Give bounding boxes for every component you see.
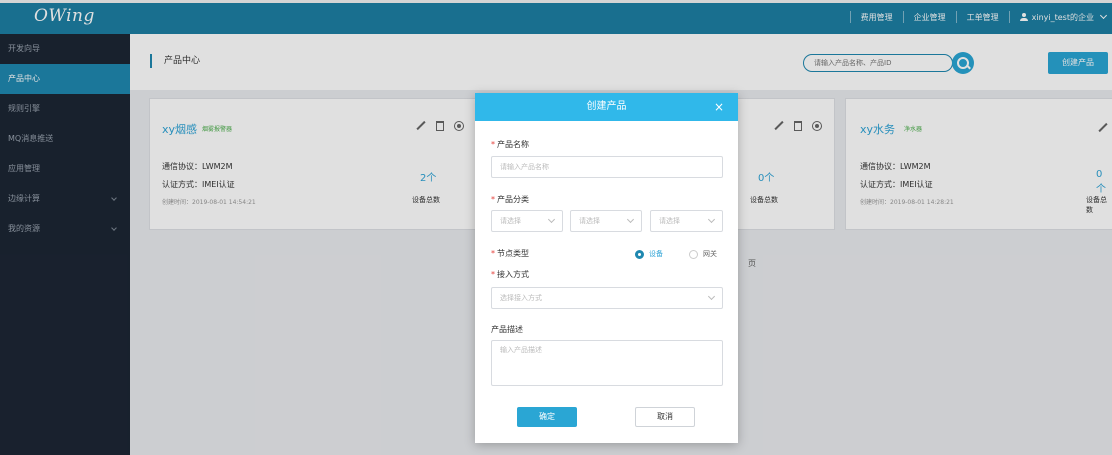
chevron-down-icon: [626, 215, 635, 224]
category-select-2[interactable]: 请选择: [570, 210, 642, 232]
category-select-3[interactable]: 请选择: [650, 210, 723, 232]
category-select-value: 请选择: [579, 217, 600, 225]
node-type-gateway-radio[interactable]: 网关: [689, 249, 717, 259]
category-select-value: 请选择: [659, 217, 680, 225]
radio-dot: [689, 249, 698, 259]
node-type-label: * 节点类型: [491, 248, 529, 259]
product-name-label-text: 产品名称: [497, 140, 529, 149]
product-name-label: * 产品名称: [491, 139, 529, 150]
access-method-label: * 接入方式: [491, 269, 529, 280]
radio-label: 设备: [649, 250, 663, 258]
confirm-button[interactable]: 确定: [517, 407, 577, 427]
category-select-1[interactable]: 请选择: [491, 210, 563, 232]
product-category-label-text: 产品分类: [497, 195, 529, 204]
required-mark: *: [491, 140, 495, 149]
node-type-label-text: 节点类型: [497, 249, 529, 258]
access-method-value: 选择接入方式: [500, 294, 542, 302]
pagination-suffix: 页: [748, 259, 756, 268]
radio-label: 网关: [703, 250, 717, 258]
create-product-dialog: 创建产品 × * 产品名称 请输入产品名称 * 产品分类 请选择 请选择 请选择 *…: [475, 93, 738, 443]
required-mark: *: [491, 270, 495, 279]
dialog-title: 创建产品: [586, 101, 627, 112]
chevron-down-icon: [707, 215, 716, 224]
access-method-select[interactable]: 选择接入方式: [491, 287, 723, 309]
product-name-input[interactable]: 请输入产品名称: [491, 156, 723, 178]
required-mark: *: [491, 249, 495, 258]
chevron-down-icon: [547, 215, 556, 224]
dialog-header: 创建产品 ×: [475, 93, 738, 121]
required-mark: *: [491, 195, 495, 204]
product-category-label: * 产品分类: [491, 194, 529, 205]
category-select-value: 请选择: [500, 217, 521, 225]
product-description-label: 产品描述: [491, 325, 523, 334]
radio-dot: [635, 249, 644, 259]
node-type-device-radio[interactable]: 设备: [635, 249, 663, 259]
close-icon[interactable]: ×: [712, 93, 726, 121]
access-method-label-text: 接入方式: [497, 270, 529, 279]
cancel-button[interactable]: 取消: [635, 407, 695, 427]
product-description-textarea[interactable]: 输入产品描述: [491, 340, 723, 386]
chevron-down-icon: [707, 292, 716, 301]
